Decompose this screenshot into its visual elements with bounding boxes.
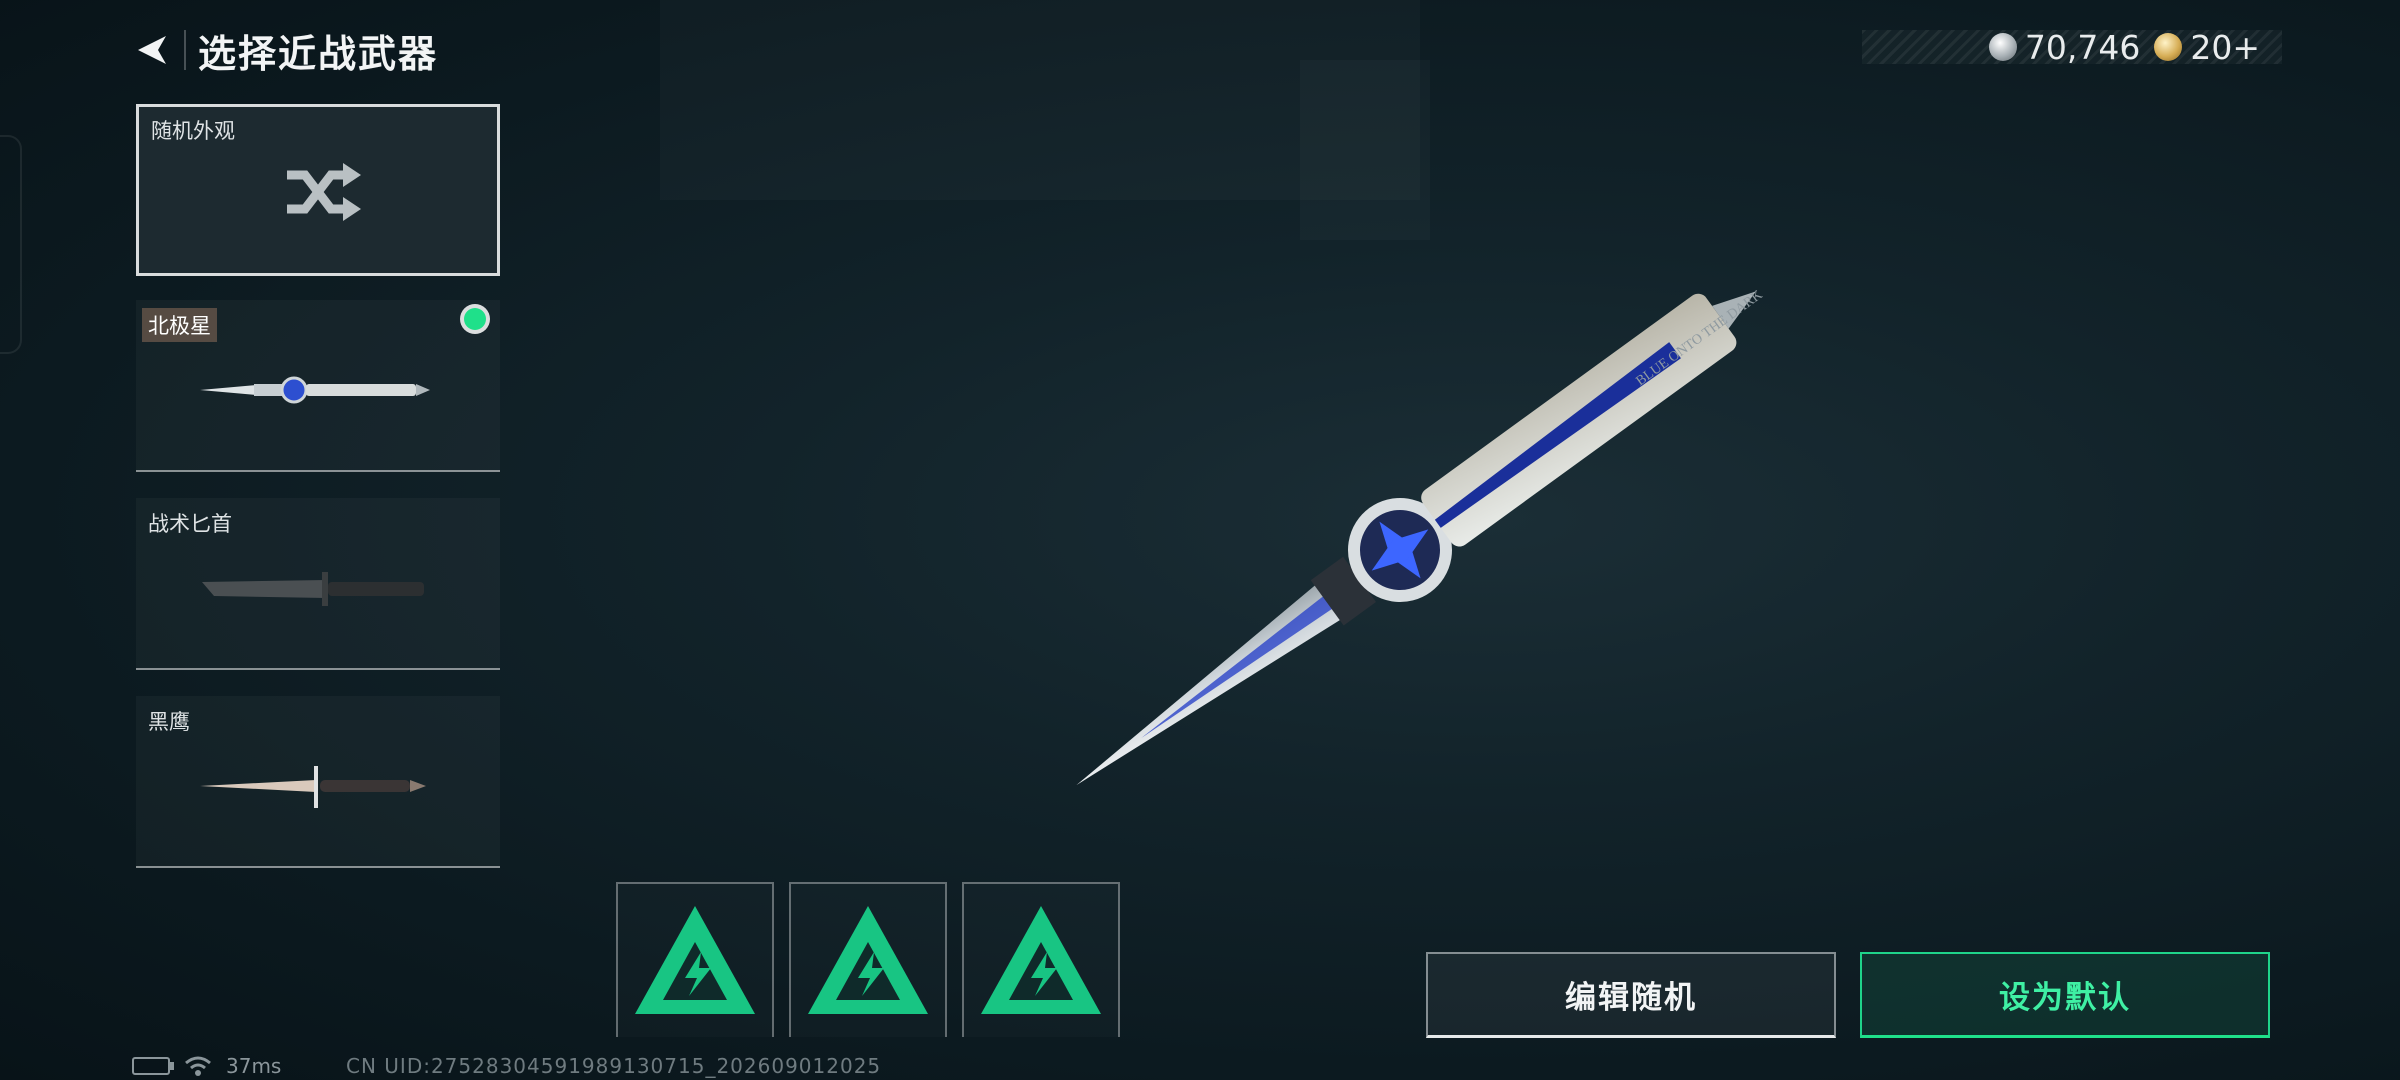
page-title: 选择近战武器 xyxy=(198,31,439,76)
edit-random-button[interactable]: 编辑随机 xyxy=(1426,952,1836,1038)
card-divider xyxy=(136,668,500,670)
weapon-card-polaris[interactable]: 北极星 xyxy=(136,300,500,472)
header: 选择近战武器 xyxy=(130,22,438,78)
warning-badge-icon xyxy=(808,905,928,1014)
weapon-card-blackhawk[interactable]: 黑鹰 xyxy=(136,696,500,868)
silver-coin-icon xyxy=(1988,33,2017,61)
ping-value: 37ms xyxy=(226,1054,282,1078)
card-divider xyxy=(136,470,500,472)
shuffle-icon xyxy=(287,163,361,221)
weapon-card-label: 战术匕首 xyxy=(148,512,232,536)
gold-amount: 20+ xyxy=(2190,27,2260,67)
back-button[interactable] xyxy=(130,26,174,74)
side-drawer-handle[interactable] xyxy=(0,135,22,354)
warning-badge-icon xyxy=(635,905,755,1014)
weapon-preview: BLUE ONTO THE DARK xyxy=(1076,290,1766,786)
back-arrow-icon xyxy=(138,36,166,64)
card-divider xyxy=(136,866,500,868)
weapon-card-label: 北极星 xyxy=(142,308,217,342)
weapon-card-random[interactable]: 随机外观 xyxy=(136,104,500,276)
gold-coin-icon xyxy=(2154,33,2183,61)
equipped-indicator xyxy=(464,308,486,330)
attachment-slot-3[interactable] xyxy=(962,882,1120,1037)
silver-amount: 70,746 xyxy=(2024,27,2141,67)
gold-currency[interactable]: 20+ xyxy=(2154,28,2260,67)
battery-icon xyxy=(132,1057,174,1075)
wifi-icon xyxy=(185,1056,211,1076)
weapon-card-tactical-dagger[interactable]: 战术匕首 xyxy=(136,498,500,670)
polaris-knife-icon xyxy=(200,376,430,404)
attachment-slot-1[interactable] xyxy=(616,882,774,1037)
currency-bar: 70,746 20+ xyxy=(1862,27,2282,67)
status-bar: 37ms xyxy=(132,1054,281,1078)
blackhawk-knife-icon xyxy=(200,766,426,808)
silver-currency[interactable]: 70,746 xyxy=(1988,27,2141,67)
warning-badge-icon xyxy=(981,905,1101,1014)
user-uid: CN UID:27528304591989130715_202609012025 xyxy=(346,1054,882,1078)
weapon-card-label: 随机外观 xyxy=(151,119,235,143)
background-panel xyxy=(1300,60,1430,240)
attachment-slot-2[interactable] xyxy=(789,882,947,1037)
header-divider xyxy=(184,30,186,70)
set-default-button[interactable]: 设为默认 xyxy=(1860,952,2270,1038)
tactical-dagger-icon xyxy=(202,572,424,606)
weapon-card-label: 黑鹰 xyxy=(148,710,190,734)
